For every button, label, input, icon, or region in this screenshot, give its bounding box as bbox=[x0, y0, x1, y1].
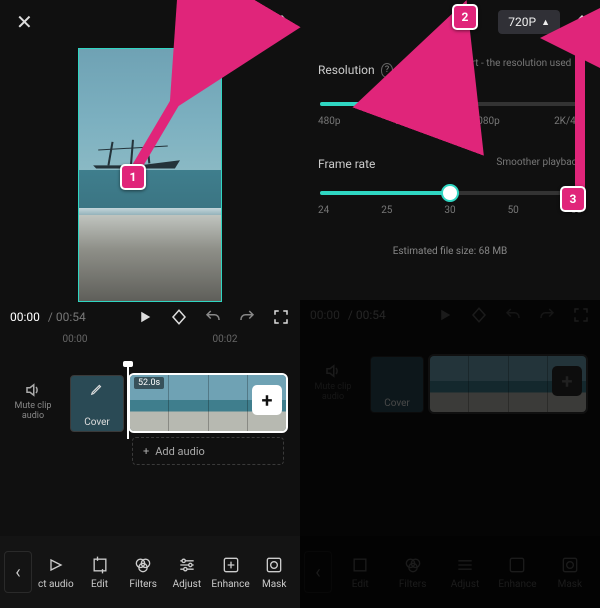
mute-clip-button: Mute clip audio bbox=[308, 362, 358, 402]
app-root: ✕ 1080P ▼ 00:00 / 00:54 bbox=[0, 0, 600, 608]
tool-mask: Mask bbox=[544, 555, 596, 590]
resolution-button-label: 720P bbox=[508, 15, 536, 29]
playhead[interactable] bbox=[127, 363, 129, 439]
pencil-icon bbox=[90, 382, 104, 396]
export-icon[interactable] bbox=[574, 14, 590, 30]
fullscreen-icon bbox=[572, 306, 590, 324]
add-audio-button[interactable]: + Add audio bbox=[132, 437, 284, 465]
framerate-ticks: 24 25 30 50 60 bbox=[318, 205, 582, 216]
timeline[interactable]: Mute clip audio Cover 52.0s + + Add audi… bbox=[0, 357, 300, 447]
tool-filters: Filters bbox=[386, 555, 438, 590]
slider-knob[interactable] bbox=[441, 184, 459, 202]
transport-bar: 00:00 / 00:54 bbox=[0, 302, 300, 330]
estimated-size: Estimated file size: 68 MB bbox=[318, 246, 582, 257]
mute-clip-button[interactable]: Mute clip audio bbox=[8, 381, 58, 421]
tool-enhance: Enhance bbox=[491, 555, 543, 590]
redo-icon[interactable] bbox=[238, 308, 256, 326]
fullscreen-icon[interactable] bbox=[272, 308, 290, 326]
framerate-row: Frame rate Smoother playback bbox=[318, 157, 582, 171]
resolution-label: Resolution bbox=[318, 63, 375, 77]
export-icon[interactable] bbox=[274, 14, 290, 30]
timeline-ruler: 00:00 00:02 bbox=[0, 330, 300, 347]
toolbar-back-button: ‹ bbox=[304, 551, 332, 593]
tool-edit[interactable]: Edit bbox=[78, 555, 122, 590]
add-clip-button: + bbox=[552, 366, 582, 396]
tool-enhance[interactable]: Enhance bbox=[209, 555, 253, 590]
close-button[interactable]: ✕ bbox=[10, 6, 39, 38]
cover-button: Cover bbox=[370, 356, 424, 413]
ruler-tick: 00:02 bbox=[213, 334, 238, 345]
tool-edit: Edit bbox=[334, 555, 386, 590]
keyframe-icon[interactable] bbox=[170, 308, 188, 326]
annotation-marker-3: 3 bbox=[560, 186, 586, 212]
time-total: / 00:54 bbox=[48, 310, 86, 324]
transport-bar: 00:00 / 00:54 bbox=[300, 300, 600, 328]
play-icon bbox=[436, 306, 454, 324]
tool-audio[interactable]: ct audio bbox=[34, 555, 78, 590]
toolbar-back-button[interactable]: ‹ bbox=[4, 551, 32, 593]
cover-label: Cover bbox=[84, 417, 110, 428]
mute-clip-label: Mute clip audio bbox=[15, 401, 52, 421]
chevron-up-icon: ▲ bbox=[541, 17, 550, 28]
clip-duration: 52.0s bbox=[134, 377, 164, 389]
resolution-button[interactable]: 720P ▲ bbox=[498, 10, 560, 34]
annotation-arrow-3 bbox=[560, 30, 600, 200]
annotation-marker-2: 2 bbox=[452, 4, 478, 30]
undo-icon bbox=[504, 306, 522, 324]
timeline: Mute clip audio Cover + bbox=[300, 338, 600, 428]
chevron-down-icon: ▼ bbox=[241, 17, 250, 28]
time-current: 00:00 bbox=[310, 308, 340, 322]
tool-mask[interactable]: Mask bbox=[252, 555, 296, 590]
annotation-arrow-1 bbox=[120, 20, 230, 180]
time-total: / 00:54 bbox=[348, 308, 386, 322]
keyframe-icon bbox=[470, 306, 488, 324]
plus-icon: + bbox=[143, 445, 149, 458]
tool-adjust[interactable]: Adjust bbox=[165, 555, 209, 590]
slider-knob[interactable] bbox=[397, 95, 415, 113]
add-audio-label: Add audio bbox=[155, 445, 205, 458]
annotation-marker-1: 1 bbox=[120, 164, 146, 190]
help-icon[interactable]: ? bbox=[381, 63, 394, 78]
tool-adjust: Adjust bbox=[439, 555, 491, 590]
bottom-toolbar: ‹ Edit Filters Adjust Enhance Mask bbox=[300, 536, 600, 608]
cover-button[interactable]: Cover bbox=[70, 375, 124, 432]
resolution-ticks: 480p 720p 1080p 2K/4K bbox=[318, 116, 582, 127]
framerate-slider[interactable] bbox=[320, 191, 580, 195]
framerate-label: Frame rate bbox=[318, 157, 375, 171]
undo-icon[interactable] bbox=[204, 308, 222, 326]
bottom-toolbar: ‹ ct audio Edit Filters Adjust Enhance M… bbox=[0, 536, 300, 608]
tool-filters[interactable]: Filters bbox=[121, 555, 165, 590]
ruler-tick: 00:00 bbox=[63, 334, 88, 345]
redo-icon bbox=[538, 306, 556, 324]
add-clip-button[interactable]: + bbox=[252, 385, 282, 415]
dimmed-editor: 00:00 / 00:54 Mute clip audio Cover bbox=[300, 300, 600, 608]
time-current: 00:00 bbox=[10, 310, 40, 324]
play-icon[interactable] bbox=[136, 308, 154, 326]
